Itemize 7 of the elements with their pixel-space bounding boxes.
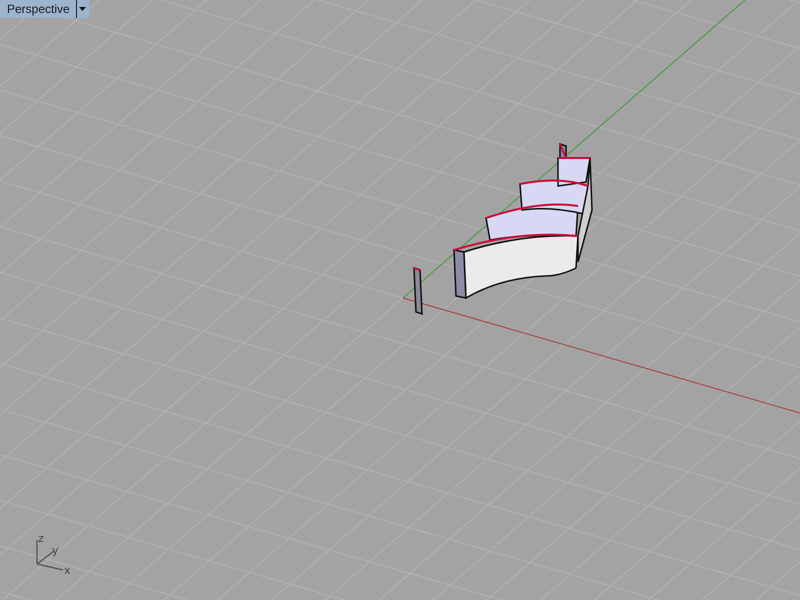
axis-triad-icon	[36, 540, 64, 571]
axis-label: x	[64, 564, 71, 577]
perspective-viewport[interactable]: Perspective z y x	[0, 0, 800, 600]
viewport-menu-button[interactable]	[76, 0, 89, 18]
axis-label: y	[52, 544, 59, 557]
axis-label: z	[38, 532, 44, 545]
caret-icon	[79, 7, 86, 11]
